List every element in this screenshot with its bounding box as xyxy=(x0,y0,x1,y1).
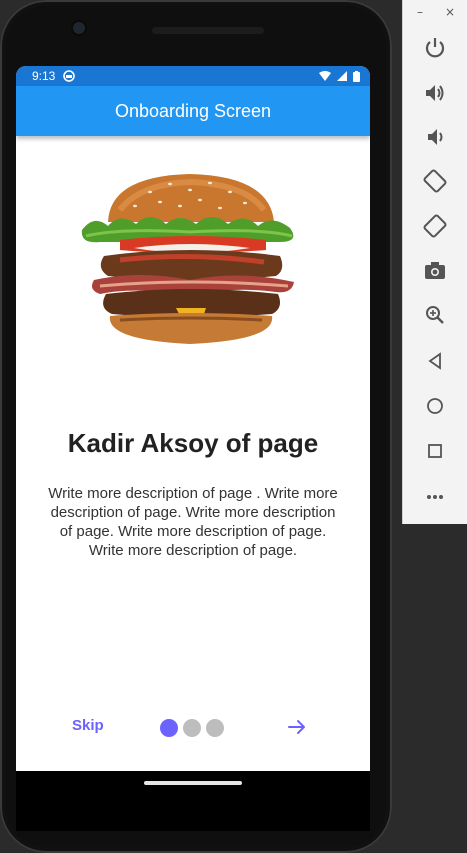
page-dot-2[interactable] xyxy=(183,719,201,737)
next-arrow-icon[interactable] xyxy=(286,716,308,738)
volume-up-icon[interactable] xyxy=(422,80,448,106)
signal-icon xyxy=(337,71,347,81)
back-icon[interactable] xyxy=(422,348,448,374)
burger-image xyxy=(81,174,294,344)
status-time: 9:13 xyxy=(32,69,56,83)
wifi-icon xyxy=(319,71,331,81)
front-camera xyxy=(73,22,85,34)
onboarding-description: Write more description of page . Write m… xyxy=(48,485,338,559)
close-button[interactable]: × xyxy=(445,5,455,19)
skip-button[interactable]: Skip xyxy=(72,717,104,734)
volume-down-icon[interactable] xyxy=(422,124,448,150)
camera-icon[interactable] xyxy=(422,258,448,284)
power-icon[interactable] xyxy=(422,35,448,61)
page-dot-3[interactable] xyxy=(206,719,224,737)
app-bar: Onboarding Screen xyxy=(16,86,370,136)
earpiece-speaker xyxy=(152,27,264,34)
page-dot-1[interactable] xyxy=(160,719,178,737)
gesture-home-pill[interactable] xyxy=(144,781,242,785)
home-icon[interactable] xyxy=(422,393,448,419)
status-bar: 9:13 xyxy=(16,66,370,86)
battery-icon xyxy=(353,70,360,82)
rotate-left-icon[interactable] xyxy=(422,168,448,194)
emulator-side-panel: – × xyxy=(402,0,467,524)
system-nav-bar xyxy=(16,771,370,831)
overview-icon[interactable] xyxy=(422,438,448,464)
device-screen: 9:13 Onboarding Screen Kadir Aksoy of pa… xyxy=(16,66,370,771)
rotate-right-icon[interactable] xyxy=(422,213,448,239)
zoom-icon[interactable] xyxy=(422,302,448,328)
onboarding-controls: Skip xyxy=(16,712,370,742)
page-indicator xyxy=(160,719,224,737)
minimize-button[interactable]: – xyxy=(417,5,423,19)
sync-icon xyxy=(63,70,76,82)
more-icon[interactable] xyxy=(422,484,448,510)
app-bar-title: Onboarding Screen xyxy=(114,100,272,121)
phone-frame: 9:13 Onboarding Screen Kadir Aksoy of pa… xyxy=(0,0,392,853)
onboarding-title: Kadir Aksoy of page xyxy=(67,428,319,458)
